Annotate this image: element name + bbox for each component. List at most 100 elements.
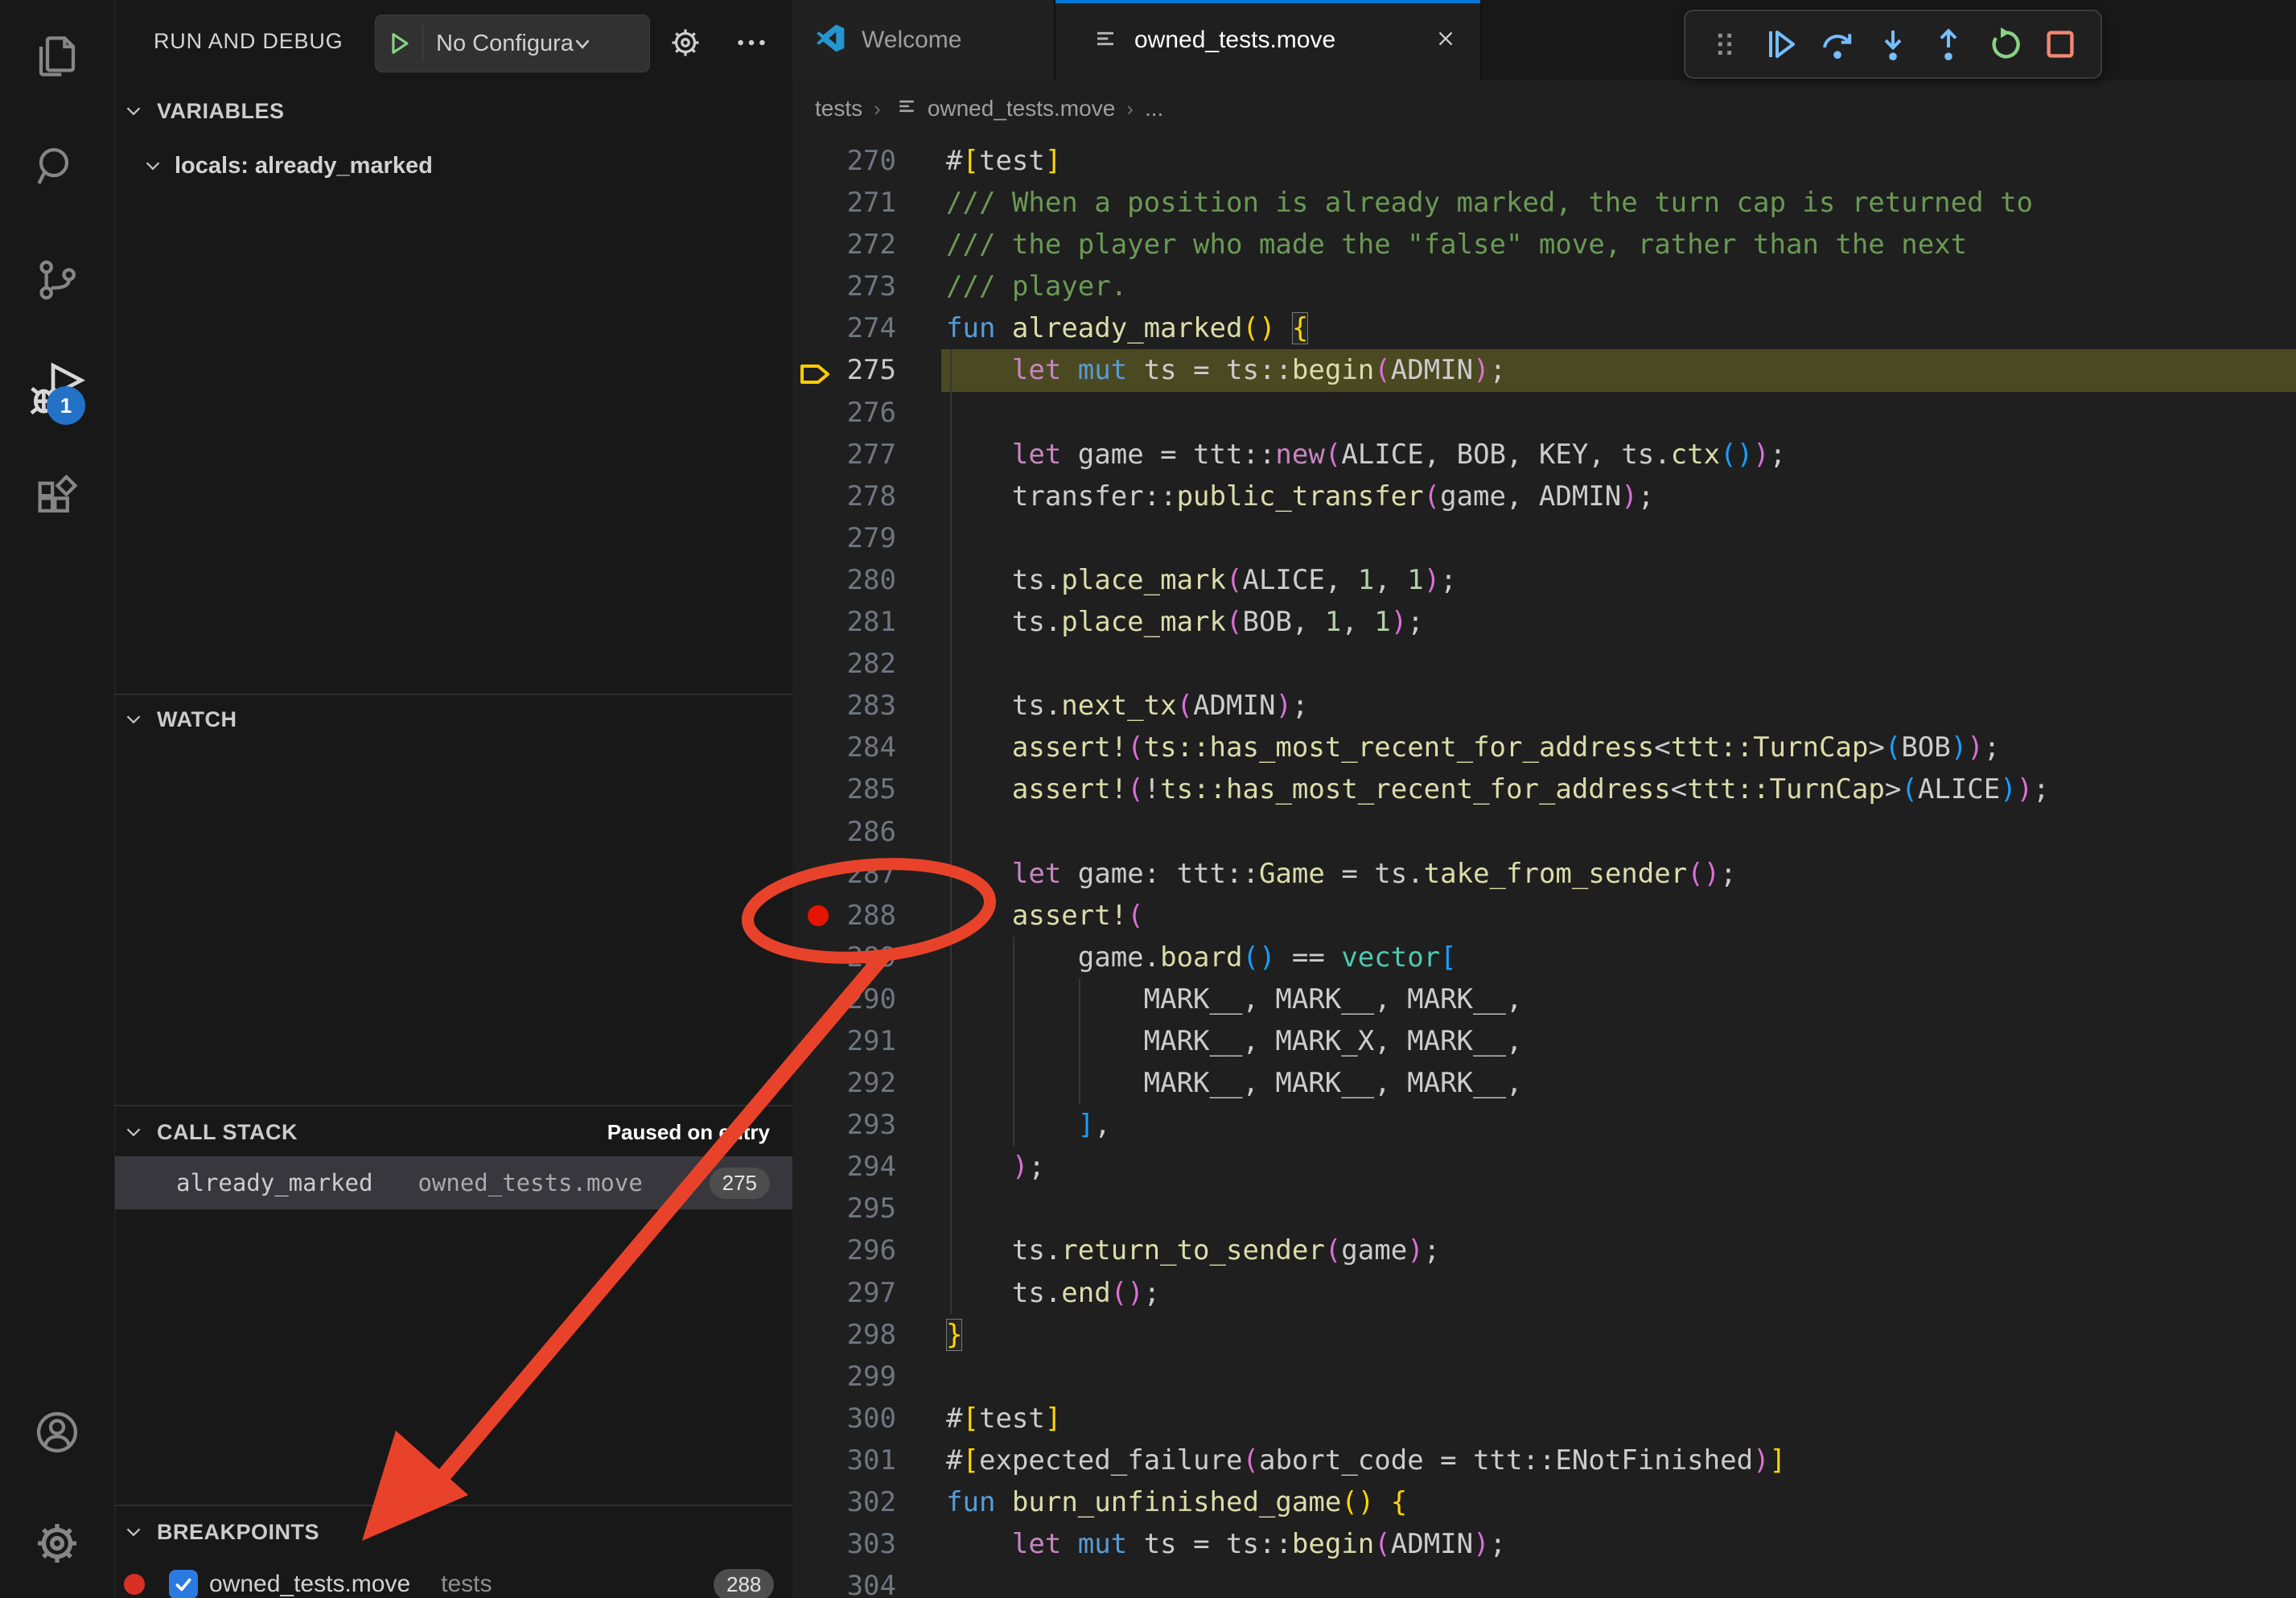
- breakpoints-section-header[interactable]: BREAKPOINTS: [115, 1514, 792, 1550]
- line-number[interactable]: 273: [792, 266, 896, 307]
- step-into-button[interactable]: [1870, 22, 1915, 67]
- code-line-301[interactable]: 301#[expected_failure(abort_code = ttt::…: [792, 1439, 2296, 1481]
- line-number[interactable]: 292: [792, 1062, 896, 1104]
- search-icon[interactable]: [0, 142, 114, 193]
- code-line-273[interactable]: 273/// player.: [792, 266, 2296, 307]
- code-line-297[interactable]: 297 ts.end();: [792, 1272, 2296, 1314]
- code-line-276[interactable]: 276: [792, 392, 2296, 434]
- code-line-274[interactable]: 274fun already_marked() {: [792, 307, 2296, 349]
- line-number[interactable]: 285: [792, 768, 896, 810]
- continue-button[interactable]: [1759, 22, 1804, 67]
- code-line-294[interactable]: 294 );: [792, 1146, 2296, 1188]
- debug-settings-gear-icon[interactable]: [667, 24, 704, 65]
- line-number[interactable]: 276: [792, 392, 896, 434]
- breakpoint-checkbox[interactable]: [169, 1570, 198, 1598]
- step-out-button[interactable]: [1926, 22, 1971, 67]
- drag-handle-icon[interactable]: [1703, 22, 1748, 67]
- code-line-286[interactable]: 286: [792, 811, 2296, 853]
- restart-button[interactable]: [1982, 22, 2027, 67]
- code-line-284[interactable]: 284 assert!(ts::has_most_recent_for_addr…: [792, 727, 2296, 768]
- line-number[interactable]: 293: [792, 1104, 896, 1146]
- code-line-283[interactable]: 283 ts.next_tx(ADMIN);: [792, 685, 2296, 727]
- code-line-303[interactable]: 303 let mut ts = ts::begin(ADMIN);: [792, 1523, 2296, 1565]
- account-icon[interactable]: [0, 1406, 114, 1458]
- tab-owned-tests-move[interactable]: owned_tests.move: [1055, 0, 1482, 80]
- more-actions-icon[interactable]: [733, 24, 770, 65]
- line-number[interactable]: 287: [792, 853, 896, 895]
- line-number[interactable]: 277: [792, 434, 896, 476]
- code-line-270[interactable]: 270#[test]: [792, 140, 2296, 182]
- line-number[interactable]: 302: [792, 1481, 896, 1523]
- code-line-277[interactable]: 277 let game = ttt::new(ALICE, BOB, KEY,…: [792, 434, 2296, 476]
- code-editor[interactable]: 270#[test]271/// When a position is alre…: [792, 137, 2296, 1598]
- line-number[interactable]: 274: [792, 307, 896, 349]
- line-number[interactable]: 301: [792, 1439, 896, 1481]
- code-line-278[interactable]: 278 transfer::public_transfer(game, ADMI…: [792, 476, 2296, 517]
- code-line-272[interactable]: 272/// the player who made the "false" m…: [792, 224, 2296, 266]
- code-line-275[interactable]: 275 let mut ts = ts::begin(ADMIN);: [792, 349, 2296, 391]
- line-number[interactable]: 284: [792, 727, 896, 768]
- code-line-289[interactable]: 289 game.board() == vector[: [792, 937, 2296, 978]
- code-line-285[interactable]: 285 assert!(!ts::has_most_recent_for_add…: [792, 768, 2296, 810]
- line-number[interactable]: 303: [792, 1523, 896, 1565]
- extensions-icon[interactable]: [0, 475, 114, 526]
- close-icon[interactable]: [1434, 27, 1458, 55]
- line-number[interactable]: 286: [792, 811, 896, 853]
- files-icon[interactable]: [0, 31, 114, 82]
- variables-section-header[interactable]: VARIABLES: [115, 93, 792, 129]
- line-number[interactable]: 291: [792, 1020, 896, 1062]
- code-line-295[interactable]: 295: [792, 1188, 2296, 1229]
- code-line-300[interactable]: 300#[test]: [792, 1398, 2296, 1439]
- line-number[interactable]: 279: [792, 517, 896, 559]
- launch-configuration-dropdown[interactable]: No Configura: [375, 14, 650, 72]
- code-line-302[interactable]: 302fun burn_unfinished_game() {: [792, 1481, 2296, 1523]
- line-number[interactable]: 282: [792, 643, 896, 685]
- code-line-292[interactable]: 292 MARK__, MARK__, MARK__,: [792, 1062, 2296, 1104]
- stop-button[interactable]: [2038, 22, 2083, 67]
- source-control-icon[interactable]: [0, 254, 114, 306]
- breadcrumb-item[interactable]: tests: [815, 96, 862, 121]
- line-number[interactable]: 278: [792, 476, 896, 517]
- line-number[interactable]: 295: [792, 1188, 896, 1229]
- line-number[interactable]: 299: [792, 1356, 896, 1398]
- code-line-298[interactable]: 298}: [792, 1314, 2296, 1356]
- tab-welcome[interactable]: Welcome: [792, 0, 1055, 80]
- code-line-304[interactable]: 304: [792, 1565, 2296, 1598]
- start-debugging-icon[interactable]: [376, 25, 423, 62]
- line-number[interactable]: 270: [792, 140, 896, 182]
- line-number[interactable]: 296: [792, 1229, 896, 1271]
- run-and-debug-icon[interactable]: 1: [0, 359, 114, 423]
- line-number[interactable]: 272: [792, 224, 896, 266]
- line-number[interactable]: 289: [792, 937, 896, 978]
- line-number[interactable]: 300: [792, 1398, 896, 1439]
- line-number[interactable]: 283: [792, 685, 896, 727]
- line-number[interactable]: 294: [792, 1146, 896, 1188]
- line-number[interactable]: 298: [792, 1314, 896, 1356]
- code-line-290[interactable]: 290 MARK__, MARK__, MARK__,: [792, 978, 2296, 1020]
- line-number[interactable]: 304: [792, 1565, 896, 1598]
- code-line-291[interactable]: 291 MARK__, MARK_X, MARK__,: [792, 1020, 2296, 1062]
- code-line-293[interactable]: 293 ],: [792, 1104, 2296, 1146]
- watch-section-header[interactable]: WATCH: [115, 702, 792, 737]
- breakpoint-list-item[interactable]: owned_tests.move tests 288: [115, 1563, 792, 1598]
- code-line-271[interactable]: 271/// When a position is already marked…: [792, 182, 2296, 224]
- code-line-281[interactable]: 281 ts.place_mark(BOB, 1, 1);: [792, 601, 2296, 643]
- line-number[interactable]: 297: [792, 1272, 896, 1314]
- call-stack-frame[interactable]: already_marked owned_tests.move 275: [115, 1156, 792, 1209]
- breadcrumb-item[interactable]: ...: [1145, 96, 1163, 121]
- code-line-280[interactable]: 280 ts.place_mark(ALICE, 1, 1);: [792, 559, 2296, 601]
- code-line-288[interactable]: 288 assert!(: [792, 895, 2296, 937]
- settings-gear-icon[interactable]: [0, 1518, 114, 1569]
- step-over-button[interactable]: [1815, 22, 1860, 67]
- line-number[interactable]: 290: [792, 978, 896, 1020]
- code-line-287[interactable]: 287 let game: ttt::Game = ts.take_from_s…: [792, 853, 2296, 895]
- line-number[interactable]: 271: [792, 182, 896, 224]
- line-number[interactable]: 281: [792, 601, 896, 643]
- breadcrumb-item[interactable]: owned_tests.move: [928, 96, 1115, 121]
- code-line-299[interactable]: 299: [792, 1356, 2296, 1398]
- variables-scope-locals[interactable]: locals: already_marked: [115, 147, 792, 184]
- code-line-296[interactable]: 296 ts.return_to_sender(game);: [792, 1229, 2296, 1271]
- code-line-279[interactable]: 279: [792, 517, 2296, 559]
- line-number[interactable]: 280: [792, 559, 896, 601]
- breakpoint-dot-icon[interactable]: [808, 905, 829, 926]
